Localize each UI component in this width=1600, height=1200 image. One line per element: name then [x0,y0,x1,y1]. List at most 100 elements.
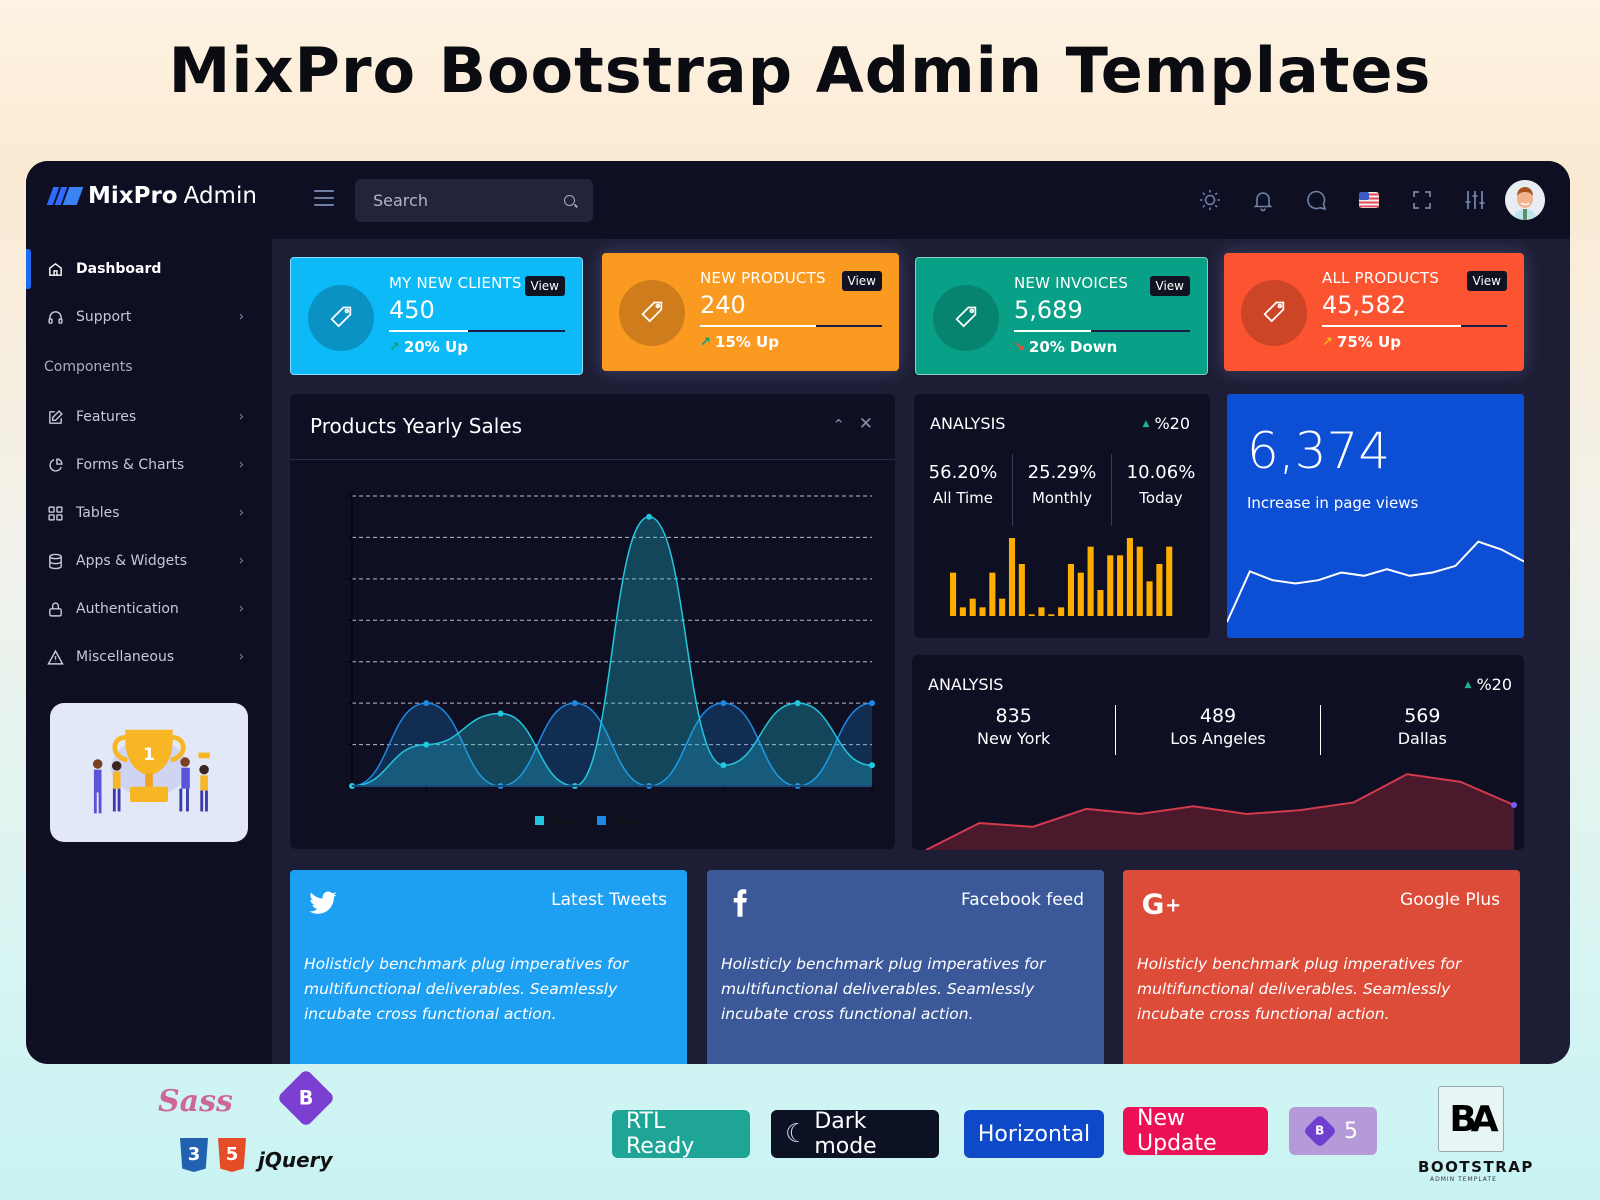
x-tick-label: 7 [869,795,875,805]
headphones-icon [46,308,64,326]
legend-label: data2 [611,814,643,827]
metric-label: Today [1139,489,1183,507]
y-tick-label: 6 [336,658,342,668]
legend-swatch [597,816,606,825]
data2-point[interactable] [720,700,727,707]
data1-point[interactable] [794,700,801,707]
sidebar-item-support[interactable]: Support › [26,293,272,341]
metric-label: Monthly [1031,489,1093,507]
tag-icon [1263,301,1285,323]
logo-mark: BA [1449,1098,1498,1140]
google-plus-icon[interactable]: G + [1141,888,1185,924]
lock-icon [46,600,64,618]
feature-badge-label: 5 [1344,1118,1358,1144]
stat-trend-text: 20% Down [1028,338,1118,356]
user-avatar[interactable] [1505,180,1545,220]
fullscreen-icon[interactable] [1395,176,1448,224]
promo-title: MixPro Bootstrap Admin Templates [168,34,1432,107]
city-metric: 489 Los Angeles [1116,705,1321,755]
sidebar-item-miscellaneous[interactable]: Miscellaneous › [26,633,272,681]
analysis-bar [1136,546,1143,616]
stat-trend: ↗ 15% Up [700,333,779,351]
sidebar-item-authentication[interactable]: Authentication › [26,585,272,633]
city-value: 489 [1199,705,1237,727]
stat-trend: ↘ 20% Down [1014,338,1117,356]
analysis-metric: 10.06% Today [1112,454,1210,526]
edit-icon [46,408,64,426]
view-button[interactable]: View [524,276,565,296]
data2-point[interactable] [869,700,875,707]
analysis-bar [959,607,966,616]
view-button[interactable]: View [1149,276,1190,296]
feature-badge-label: Dark mode [814,1109,877,1159]
search-input[interactable] [373,191,543,210]
facebook-icon[interactable] [725,888,755,922]
feature-badge: New Update [1123,1106,1268,1156]
metric-value: 25.29% [1027,462,1097,483]
data1-point[interactable] [423,741,430,748]
sun-icon[interactable] [1183,176,1236,224]
moon-icon: ☾ [785,1119,809,1149]
stat-progress-fill [1322,325,1461,327]
data2-point[interactable] [571,700,578,707]
stat-progress-bar [700,325,882,327]
stat-trend-text: 15% Up [714,333,779,351]
close-icon[interactable]: ✕ [859,414,873,434]
svg-text:+: + [1165,893,1181,916]
products-yearly-sales-chart: 024681012140 1 2 3 4 5 6 7data1 data2 [331,491,875,827]
view-button[interactable]: View [841,271,882,291]
page-views-line-chart [1227,540,1524,623]
metric-value: 10.06% [1126,462,1196,483]
search-icon[interactable] [564,195,575,206]
stat-progress-fill [389,330,469,332]
us-flag-icon[interactable] [1342,176,1395,224]
sidebar-item-forms-charts[interactable]: Forms & Charts › [26,441,272,489]
data1-point[interactable] [720,762,727,769]
social-card-title: Google Plus [1400,890,1500,910]
chat-icon[interactable] [1289,176,1342,224]
analysis-bar [1008,538,1016,616]
chevron-right-icon: › [238,601,244,617]
sidebar-item-label: Tables [76,505,120,521]
grid-icon [46,504,64,522]
bell-icon[interactable] [1236,176,1289,224]
view-button[interactable]: View [1466,271,1507,291]
trend-down-icon: ↘ [1014,339,1025,355]
legend-label: data1 [549,814,581,827]
collapse-icon[interactable]: ⌃ [832,416,845,434]
analysis-bar [1097,590,1104,616]
sidebar-item-tables[interactable]: Tables › [26,489,272,537]
analysis-change-value: %20 [1154,414,1190,433]
analysis-bar [989,572,996,616]
stat-progress-bar [1014,330,1190,332]
sidebar-item-apps-widgets[interactable]: Apps & Widgets › [26,537,272,585]
analysis-bar [1117,555,1124,616]
feature-badge-label: Horizontal [977,1121,1091,1147]
chevron-right-icon: › [238,457,244,473]
data1-point[interactable] [869,762,875,769]
stat-label: NEW PRODUCTS [700,269,826,287]
topbar-actions [1183,176,1545,224]
stat-trend-text: 75% Up [1336,333,1401,351]
twitter-icon[interactable] [308,888,338,922]
brand[interactable]: MixPro Admin [46,183,257,209]
city-metric: 569 Dallas [1321,705,1524,755]
analysis-area-point [1511,802,1517,808]
menu-toggle-icon[interactable] [314,190,334,206]
analysis-title: ANALYSIS [928,675,1004,694]
analysis-bar [1087,546,1094,616]
sidebar-item-dashboard[interactable]: Dashboard [26,245,272,293]
feature-badge-label: RTL Ready [626,1109,695,1159]
data1-point[interactable] [646,513,653,520]
stat-icon-circle [308,285,374,351]
analysis-bar [1166,546,1173,616]
data1-point[interactable] [497,710,504,717]
analysis-panel-2: ANALYSIS ▲ %20 835 New York 489 Los Angeles… [912,655,1524,850]
sidebar-section-components: Components [44,359,133,375]
stat-card: NEW PRODUCTS 240 ↗ 15% Up View [602,253,899,371]
sliders-icon[interactable] [1448,176,1501,224]
sidebar-item-features[interactable]: Features › [26,393,272,441]
data2-point[interactable] [423,700,430,707]
city-value: 569 [1404,705,1441,727]
sidebar-item-label: Apps & Widgets [76,553,188,569]
